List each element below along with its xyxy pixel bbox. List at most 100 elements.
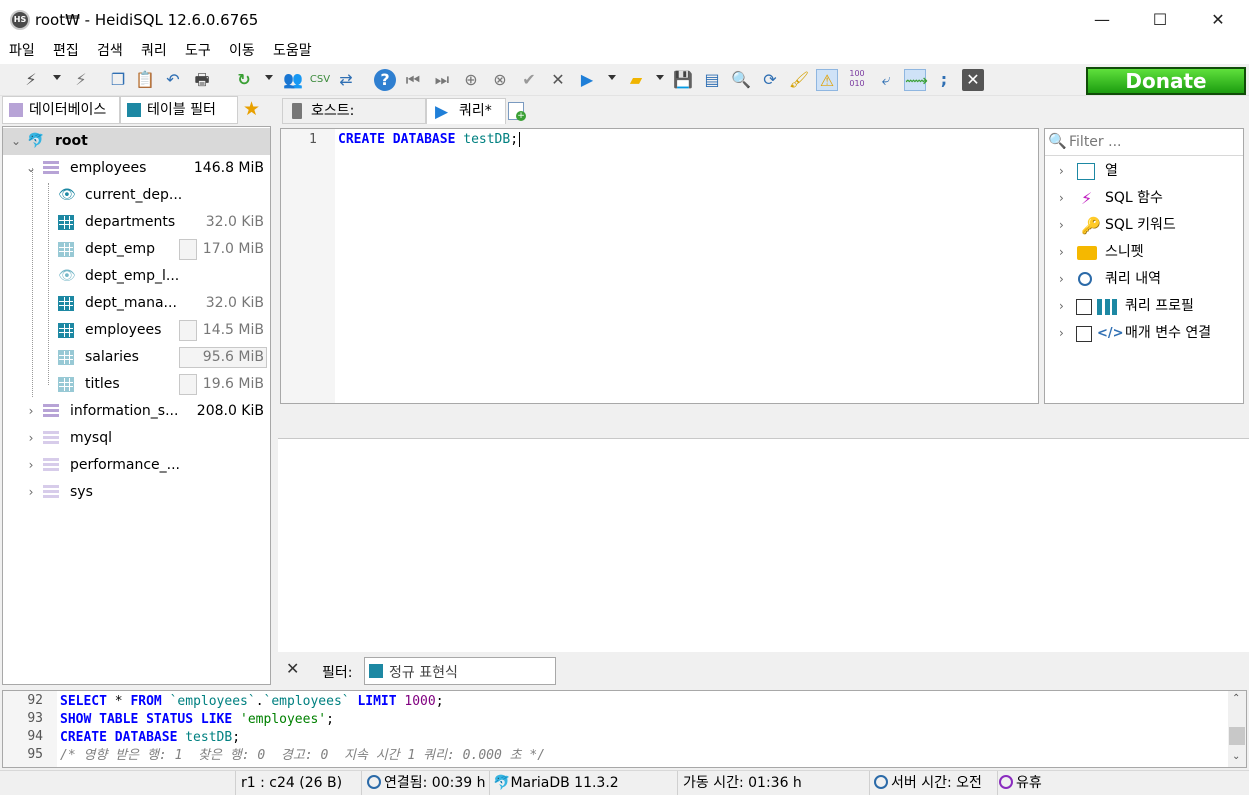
close-tab-icon[interactable]: ✕ [962, 69, 984, 91]
print-icon[interactable]: 🖶 [191, 69, 213, 91]
disconnect-icon[interactable]: ⚡ [70, 69, 92, 91]
tree-table-node[interactable]: 👁 current_dep... [3, 182, 270, 209]
tree-table-node[interactable]: titles 19.6 MiB [3, 371, 270, 398]
helper-item-label: 쿼리 내역 [1105, 271, 1161, 287]
menu-goto[interactable]: 이동 [229, 41, 255, 63]
user-manager-icon[interactable]: 👥 [282, 69, 304, 91]
helper-item-snippets[interactable]: › 스니펫 [1045, 239, 1243, 266]
binary-icon[interactable]: 100 010 [846, 69, 868, 91]
menu-file[interactable]: 파일 [9, 41, 35, 63]
scroll-down-icon[interactable]: ⌄ [1232, 751, 1240, 762]
run-dropdown-arrow[interactable] [608, 75, 616, 80]
plus-icon: + [516, 111, 526, 121]
chevron-right-icon[interactable]: › [24, 398, 38, 425]
scroll-up-icon[interactable]: ⌃ [1232, 693, 1240, 704]
autocomplete-icon[interactable]: ⟿ [904, 69, 928, 91]
chevron-right-icon[interactable]: › [1059, 212, 1064, 239]
sql-editor[interactable]: 1 CREATE DATABASE testDB; [280, 128, 1039, 404]
tree-table-node[interactable]: departments 32.0 KiB [3, 209, 270, 236]
helper-item-bind-params[interactable]: › </> 매개 변수 연결 [1045, 320, 1243, 347]
bind-params-checkbox[interactable] [1076, 326, 1092, 342]
favorite-star-icon[interactable]: ★ [243, 98, 260, 120]
chevron-right-icon[interactable]: › [1059, 185, 1064, 212]
wrap-icon[interactable]: ⤶ [875, 69, 897, 91]
tab-table-filter[interactable]: 테이블 필터 [120, 96, 238, 124]
tree-table-node[interactable]: 👁 dept_emp_l... [3, 263, 270, 290]
copy-icon[interactable]: ❐ [107, 69, 129, 91]
cancel-edit-icon[interactable]: ✕ [547, 69, 569, 91]
regex-filter-input[interactable]: 정규 표현식 [364, 657, 556, 685]
undo-icon[interactable]: ↶ [162, 69, 184, 91]
first-record-icon[interactable]: ⏮ [402, 69, 424, 91]
chevron-right-icon[interactable]: › [1059, 158, 1064, 185]
post-record-icon[interactable]: ✔ [518, 69, 540, 91]
chevron-right-icon[interactable]: › [1059, 320, 1064, 347]
delete-record-icon[interactable]: ⊗ [489, 69, 511, 91]
clear-brush-icon[interactable]: 🖌 [788, 69, 810, 91]
tree-db-node[interactable]: › performance_... [3, 452, 270, 479]
chevron-right-icon[interactable]: › [24, 479, 38, 506]
tree-db-node[interactable]: › information_s... 208.0 KiB [3, 398, 270, 425]
scroll-thumb[interactable] [1229, 727, 1245, 745]
chevron-down-icon[interactable]: ⌄ [24, 155, 38, 182]
chevron-right-icon[interactable]: › [1059, 293, 1064, 320]
help-icon[interactable]: ? [374, 69, 396, 91]
close-filter-icon[interactable]: ✕ [286, 659, 299, 678]
menu-edit[interactable]: 편집 [53, 41, 79, 63]
connect-plug-icon[interactable]: ⚡ [20, 69, 42, 91]
helper-item-columns[interactable]: › 열 [1045, 158, 1243, 185]
refresh-icon[interactable]: ↻ [233, 69, 255, 91]
sql-log[interactable]: 92 93 94 95 SELECT * FROM `employees`.`empl… [2, 690, 1247, 768]
add-record-icon[interactable]: ⊕ [460, 69, 482, 91]
tree-table-node[interactable]: dept_emp 17.0 MiB [3, 236, 270, 263]
new-query-tab-icon[interactable]: + [508, 102, 526, 121]
profile-checkbox[interactable] [1076, 299, 1092, 315]
menu-tools[interactable]: 도구 [185, 41, 211, 63]
tree-db-node[interactable]: › mysql [3, 425, 270, 452]
tree-table-node[interactable]: employees 14.5 MiB [3, 317, 270, 344]
tab-host[interactable]: 호스트: 127.0.0.1 [282, 98, 426, 143]
editor-line[interactable]: CREATE DATABASE testDB; [338, 132, 521, 147]
minimize-button[interactable]: — [1073, 0, 1131, 40]
menu-query[interactable]: 쿼리 [141, 41, 167, 63]
warnings-icon[interactable]: ⚠ [816, 69, 838, 91]
replace-icon[interactable]: ⟳ [759, 69, 781, 91]
maximize-button[interactable]: ☐ [1131, 0, 1189, 40]
tree-root-node[interactable]: ⌄ 🐬 root [3, 128, 270, 155]
tree-table-node[interactable]: dept_mana... 32.0 KiB [3, 290, 270, 317]
helpers-filter-field[interactable]: 🔍 Filter ... [1045, 129, 1243, 156]
open-dropdown-arrow[interactable] [656, 75, 664, 80]
helper-item-profile[interactable]: › 쿼리 프로필 [1045, 293, 1243, 320]
chevron-down-icon[interactable]: ⌄ [9, 128, 23, 155]
menu-search[interactable]: 검색 [97, 41, 123, 63]
menu-help[interactable]: 도움말 [273, 41, 312, 63]
sync-arrows-icon[interactable]: ⇄ [335, 69, 357, 91]
semicolon-icon[interactable]: ; [933, 69, 955, 91]
tab-databases[interactable]: 데이터베이스 [2, 96, 120, 124]
run-query-icon[interactable]: ▶ [576, 69, 598, 91]
save-snippet-icon[interactable]: ▤ [701, 69, 723, 91]
tab-query[interactable]: ▶ 쿼리* [426, 98, 506, 124]
find-icon[interactable]: 🔍 [730, 69, 752, 91]
last-record-icon[interactable]: ⏭ [431, 69, 453, 91]
refresh-dropdown-arrow[interactable] [265, 75, 273, 80]
helper-item-functions[interactable]: › ⚡ SQL 함수 [1045, 185, 1243, 212]
editor-splitter[interactable] [280, 404, 1244, 438]
chevron-right-icon[interactable]: › [24, 425, 38, 452]
open-folder-icon[interactable]: ▰ [625, 69, 647, 91]
helper-item-history[interactable]: › 쿼리 내역 [1045, 266, 1243, 293]
save-icon[interactable]: 💾 [672, 69, 694, 91]
import-csv-icon[interactable]: CSV [309, 69, 331, 91]
tree-table-node[interactable]: salaries 95.6 MiB [3, 344, 270, 371]
chevron-right-icon[interactable]: › [1059, 239, 1064, 266]
tree-db-node[interactable]: › sys [3, 479, 270, 506]
paste-icon[interactable]: 📋 [134, 69, 156, 91]
chevron-right-icon[interactable]: › [24, 452, 38, 479]
chevron-right-icon[interactable]: › [1059, 266, 1064, 293]
log-scrollbar[interactable]: ⌃ ⌄ [1228, 691, 1246, 767]
tree-db-node[interactable]: ⌄ employees 146.8 MiB [3, 155, 270, 182]
helper-item-keywords[interactable]: › 🔑 SQL 키워드 [1045, 212, 1243, 239]
connect-dropdown-arrow[interactable] [53, 75, 61, 80]
close-button[interactable]: ✕ [1189, 0, 1247, 40]
donate-button[interactable]: Donate [1086, 67, 1246, 95]
